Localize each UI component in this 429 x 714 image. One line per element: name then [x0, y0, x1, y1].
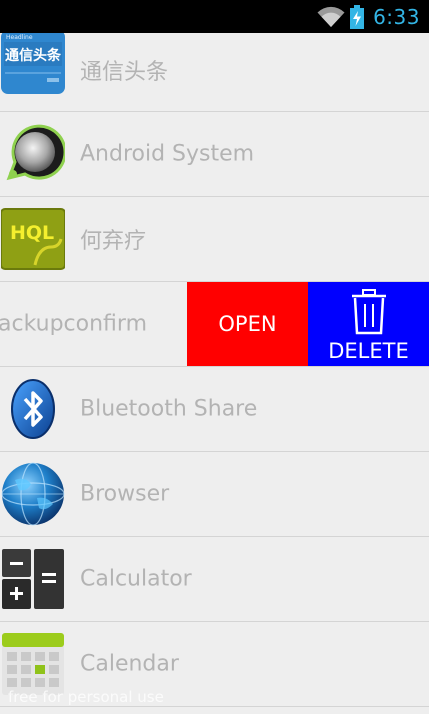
list-item-tongxin-toutiao[interactable]: Headline 通信头条 通信头条 — [0, 33, 429, 112]
trash-icon — [351, 289, 386, 335]
calculator-app-icon — [1, 547, 65, 611]
wifi-icon — [317, 6, 345, 27]
app-list[interactable]: Headline 通信头条 通信头条 Android System HQL 何弃… — [0, 33, 429, 707]
app-label: Calendar — [80, 651, 179, 677]
list-item-backupconfirm-swiped[interactable]: ackupconfirm OPEN DELETE — [0, 282, 429, 367]
svg-text:Headline: Headline — [6, 34, 33, 41]
list-item-calculator[interactable]: Calculator — [0, 537, 429, 622]
app-label: 通信头条 — [80, 60, 169, 85]
bluetooth-app-icon — [1, 377, 65, 441]
browser-globe-app-icon — [1, 462, 65, 526]
status-bar: 6:33 — [0, 0, 429, 33]
calendar-app-icon — [1, 632, 65, 696]
list-item-bluetooth-share[interactable]: Bluetooth Share — [0, 367, 429, 452]
battery-charging-icon — [350, 4, 365, 29]
app-label: ackupconfirm — [0, 311, 147, 337]
app-label: 何弃疗 — [80, 229, 147, 254]
list-item-android-system[interactable]: Android System — [0, 112, 429, 197]
watermark: free for personal use — [8, 688, 164, 706]
list-item-browser[interactable]: Browser — [0, 452, 429, 537]
svg-text:HQL: HQL — [10, 222, 54, 244]
svg-text:通信头条: 通信头条 — [5, 47, 62, 64]
status-icons: 6:33 — [317, 4, 420, 29]
clock: 6:33 — [373, 4, 420, 29]
android-system-app-icon — [1, 122, 67, 186]
tongxin-toutiao-app-icon: Headline 通信头条 — [1, 33, 65, 94]
heqiliao-app-icon: HQL — [0, 207, 66, 271]
open-label: OPEN — [218, 312, 277, 336]
app-label: Bluetooth Share — [80, 396, 258, 422]
delete-label: DELETE — [328, 339, 409, 363]
app-label: Android System — [80, 141, 255, 167]
app-label: Browser — [80, 481, 170, 507]
open-button[interactable]: OPEN — [187, 282, 308, 366]
delete-button[interactable]: DELETE — [308, 282, 429, 366]
app-label: Calculator — [80, 566, 192, 592]
list-item-heqiliao[interactable]: HQL 何弃疗 — [0, 197, 429, 282]
